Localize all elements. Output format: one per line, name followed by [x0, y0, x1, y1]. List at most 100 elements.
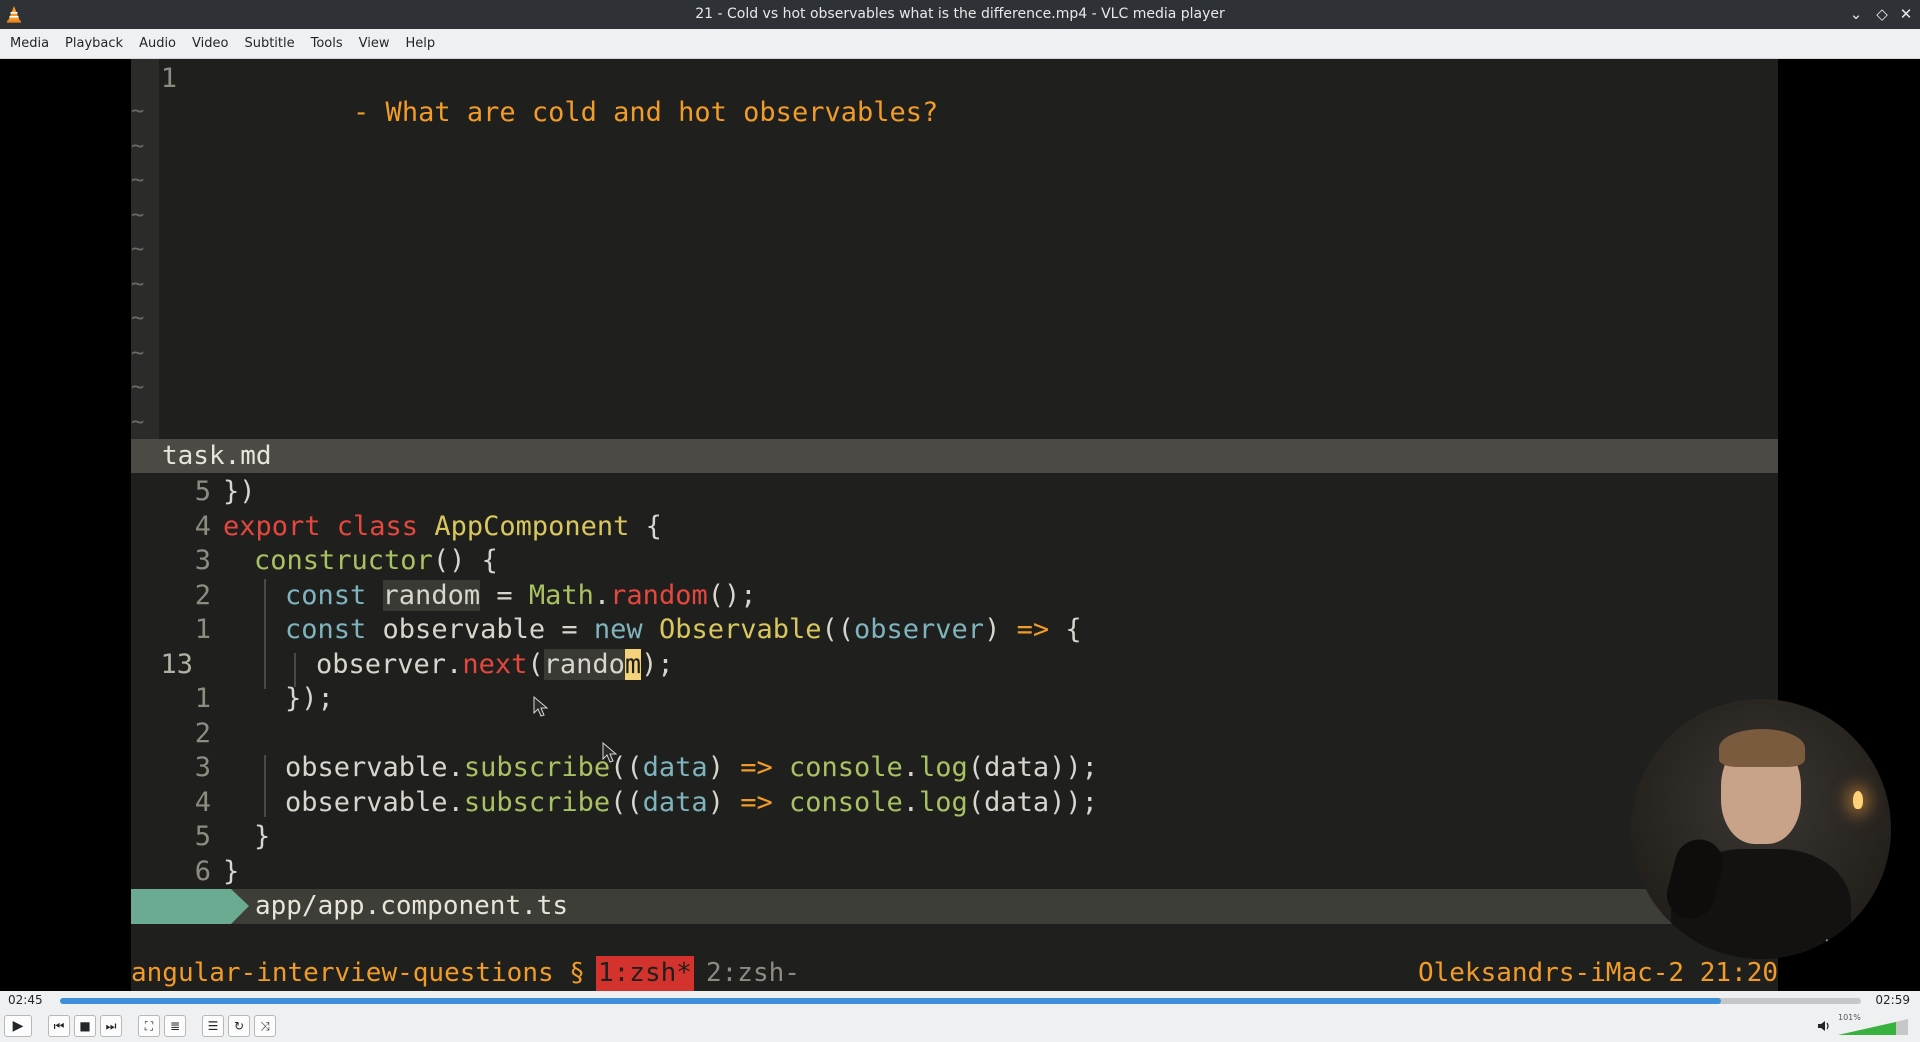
- code-token: .: [593, 580, 611, 611]
- code-token: {: [1049, 614, 1082, 645]
- mode-indicator-arrow: [231, 889, 249, 924]
- menu-subtitle[interactable]: Subtitle: [236, 29, 302, 59]
- menu-video[interactable]: Video: [184, 29, 236, 59]
- code-token: =>: [740, 787, 773, 818]
- code-token: }: [254, 821, 271, 852]
- speaker-icon[interactable]: [1817, 1019, 1831, 1037]
- code-token: data: [642, 787, 708, 818]
- code-token: constructor: [254, 545, 433, 576]
- extended-settings-button[interactable]: ≣: [164, 1015, 186, 1037]
- tilde-line: ~: [131, 375, 145, 400]
- code-token: .: [446, 649, 463, 680]
- code-token-highlighted: random: [382, 580, 481, 611]
- line-number: 4: [194, 787, 211, 818]
- video-area[interactable]: 1 - What are cold and hot observables? ~…: [0, 59, 1920, 991]
- code-token: Observable: [658, 614, 822, 645]
- editor-top-pane: 1 - What are cold and hot observables? ~…: [131, 59, 1778, 439]
- menu-bar: Media Playback Audio Video Subtitle Tools View…: [0, 29, 1920, 59]
- indent-guide: [264, 755, 266, 817]
- menu-audio[interactable]: Audio: [131, 29, 184, 59]
- code-token: =>: [740, 752, 773, 783]
- tilde-line: ~: [131, 410, 145, 435]
- webcam-overlay: Udemy: [1631, 699, 1891, 959]
- code-token: Math: [528, 580, 594, 611]
- line-number: 2: [194, 580, 211, 611]
- shuffle-button[interactable]: ⤨: [254, 1015, 276, 1037]
- menu-playback[interactable]: Playback: [57, 29, 131, 59]
- stop-button[interactable]: ■: [74, 1015, 96, 1037]
- controls-bar: ▶ ⏮ ■ ⏭ ⛶ ≣ ☰ ↻ ⤨ 101%: [0, 1011, 1920, 1042]
- line-number: 5: [194, 476, 211, 507]
- menu-media[interactable]: Media: [0, 29, 57, 59]
- code-token: observable: [285, 787, 448, 818]
- code-token: data: [642, 752, 708, 783]
- code-token: ): [707, 752, 741, 783]
- code-token: next: [462, 649, 528, 680]
- menu-view[interactable]: View: [351, 29, 398, 59]
- code-token: .: [902, 787, 920, 818]
- line-number: 6: [194, 856, 211, 887]
- playlist-button[interactable]: ☰: [202, 1015, 224, 1037]
- line-number: 3: [194, 752, 211, 783]
- current-line-number: 13: [160, 649, 193, 680]
- code-token: }): [223, 476, 256, 507]
- code-token: ): [707, 787, 741, 818]
- code-token: }: [223, 856, 240, 887]
- menu-tools[interactable]: Tools: [303, 29, 351, 59]
- top-status-bar: task.md: [131, 439, 1778, 473]
- task-text: - What are cold and hot observables?: [353, 97, 939, 128]
- top-status-filename: task.md: [162, 441, 272, 471]
- volume-slider[interactable]: 101%: [1838, 1013, 1908, 1037]
- mouse-pointer-icon: [602, 742, 618, 763]
- tilde-line: ~: [131, 306, 145, 331]
- code-token: new: [593, 614, 643, 645]
- loop-button[interactable]: ↻: [228, 1015, 250, 1037]
- code-token: .: [447, 752, 464, 783]
- line-number: 1: [194, 683, 211, 714]
- code-token: console: [772, 752, 903, 783]
- code-token: ();: [707, 580, 757, 611]
- code-token: AppComponent: [434, 511, 630, 542]
- fullscreen-button[interactable]: ⛶: [138, 1015, 160, 1037]
- close-button[interactable]: ✕: [1896, 4, 1916, 24]
- seek-slider[interactable]: [60, 998, 1861, 1004]
- tmux-window: 2:zsh-: [706, 958, 800, 988]
- code-line: export class AppComponent {: [223, 510, 662, 544]
- line-number: 1: [160, 63, 177, 94]
- code-token: .: [447, 787, 464, 818]
- code-token: =>: [1016, 614, 1050, 645]
- line-number: 4: [194, 511, 211, 542]
- tilde-line: ~: [131, 203, 145, 228]
- maximize-button[interactable]: ◇: [1872, 4, 1892, 24]
- code-token: {: [629, 511, 662, 542]
- code-line: }): [223, 475, 256, 509]
- previous-button[interactable]: ⏮: [48, 1015, 70, 1037]
- code-line: observable.subscribe((data) => console.l…: [285, 786, 1098, 820]
- candle-light: [1853, 791, 1863, 809]
- tmux-host-time: Oleksandrs-iMac-2 21:20: [1417, 958, 1778, 988]
- code-token: subscribe: [463, 787, 611, 818]
- code-token: const: [285, 580, 367, 611]
- tilde-line: ~: [131, 134, 145, 159]
- code-token: random: [610, 580, 708, 611]
- text-cursor: m: [624, 649, 642, 680]
- seek-bar-row: 02:45 02:59: [0, 991, 1920, 1011]
- code-line: }: [223, 855, 239, 889]
- editor-bottom-pane: 5 4 3 2 1 13 1 2 3 4 5 6 }) export class…: [131, 473, 1778, 889]
- window-title: 21 - Cold vs hot observables what is the…: [695, 6, 1225, 22]
- minimize-button[interactable]: ⌄: [1846, 4, 1866, 24]
- code-token: const: [285, 614, 367, 645]
- code-token: .: [902, 752, 920, 783]
- code-line: const random = Math.random();: [285, 579, 757, 613]
- code-token: );: [641, 649, 674, 680]
- tmux-session-name: angular-interview-questions §: [131, 958, 585, 988]
- play-button[interactable]: ▶: [4, 1015, 32, 1037]
- task-line: - What are cold and hot observables?: [223, 62, 938, 128]
- code-token: observer: [316, 649, 447, 680]
- line-number: 1: [194, 614, 211, 645]
- next-button[interactable]: ⏭: [100, 1015, 122, 1037]
- video-frame: 1 - What are cold and hot observables? ~…: [131, 59, 1891, 991]
- total-time[interactable]: 02:59: [1875, 993, 1910, 1007]
- menu-help[interactable]: Help: [398, 29, 444, 59]
- tmux-window-active: 1:zsh*: [596, 956, 694, 991]
